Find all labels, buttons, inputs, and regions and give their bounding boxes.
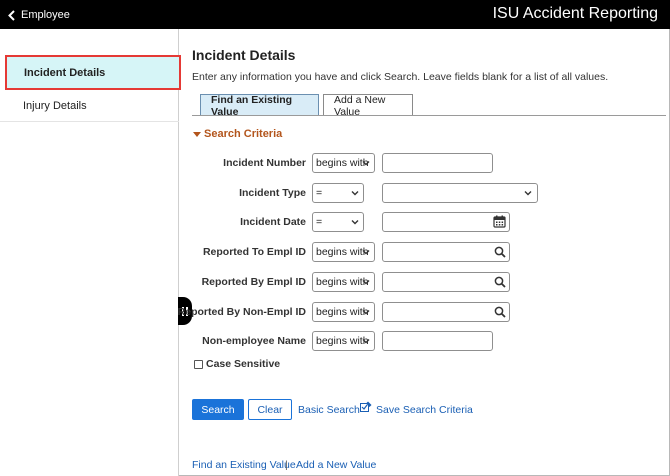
chevron-down-icon [362, 161, 370, 166]
sidebar-item-incident-details[interactable]: Incident Details [5, 55, 181, 90]
reported-by-non-empl-id-input[interactable] [382, 302, 510, 322]
case-sensitive-label: Case Sensitive [206, 358, 281, 370]
sidebar-item-label: Incident Details [24, 66, 106, 79]
chevron-down-icon [351, 220, 359, 225]
tab-divider [192, 115, 666, 116]
back-button[interactable]: Employee [8, 7, 70, 23]
search-icon[interactable] [494, 306, 506, 318]
instructions-text: Enter any information you have and click… [192, 71, 609, 83]
top-bar: Employee ISU Accident Reporting [0, 0, 670, 29]
non-employee-name-operator[interactable]: begins with [312, 331, 375, 351]
incident-type-select[interactable] [382, 183, 538, 203]
tab-find-existing-value[interactable]: Find an Existing Value [200, 94, 319, 118]
footer-add-new-link[interactable]: Add a New Value [296, 459, 376, 471]
incident-type-label: Incident Type [239, 187, 306, 199]
section-title: Search Criteria [204, 128, 283, 140]
reported-by-empl-id-label: Reported By Empl ID [201, 276, 306, 288]
sidebar-item-label: Injury Details [23, 100, 87, 112]
search-criteria-toggle[interactable]: Search Criteria [193, 128, 282, 140]
chevron-down-icon [524, 191, 532, 196]
reported-by-empl-id-operator[interactable]: begins with [312, 272, 375, 292]
back-button-label: Employee [21, 9, 70, 21]
incident-date-input[interactable] [382, 212, 510, 232]
sidebar: Incident Details Injury Details [0, 29, 181, 476]
search-icon[interactable] [494, 276, 506, 288]
reported-to-empl-id-input[interactable] [382, 242, 510, 262]
chevron-down-icon [362, 310, 370, 315]
chevron-down-icon [351, 191, 359, 196]
incident-date-operator[interactable]: = [312, 212, 364, 232]
incident-number-label: Incident Number [223, 157, 306, 169]
reported-by-empl-id-input[interactable] [382, 272, 510, 292]
chevron-down-icon [362, 280, 370, 285]
reported-to-empl-id-label: Reported To Empl ID [202, 246, 306, 258]
triangle-down-icon [193, 131, 201, 137]
tab-add-new-value[interactable]: Add a New Value [323, 94, 413, 118]
search-icon[interactable] [494, 246, 506, 258]
incident-number-operator[interactable]: begins with [312, 153, 375, 173]
non-employee-name-input[interactable] [382, 331, 493, 351]
save-search-criteria-link[interactable]: Save Search Criteria [376, 404, 473, 416]
save-criteria-icon[interactable] [360, 401, 372, 413]
reported-by-non-empl-id-label: Reported By Non-Empl ID [177, 306, 306, 318]
chevron-left-icon [8, 9, 15, 21]
case-sensitive-checkbox[interactable] [194, 359, 203, 369]
calendar-icon[interactable] [493, 215, 506, 228]
incident-date-label: Incident Date [240, 216, 306, 228]
search-button[interactable]: Search [192, 399, 244, 420]
non-employee-name-label: Non-employee Name [202, 335, 306, 347]
page-title: Incident Details [192, 47, 296, 63]
footer-separator: | [285, 459, 288, 471]
basic-search-link[interactable]: Basic Search [298, 404, 360, 416]
clear-button[interactable]: Clear [248, 399, 292, 420]
reported-by-non-empl-id-operator[interactable]: begins with [312, 302, 375, 322]
incident-type-operator[interactable]: = [312, 183, 364, 203]
case-sensitive-option[interactable]: Case Sensitive [194, 358, 280, 370]
incident-number-input[interactable] [382, 153, 493, 173]
reported-to-empl-id-operator[interactable]: begins with [312, 242, 375, 262]
app-title: ISU Accident Reporting [492, 5, 658, 22]
footer-find-existing-link[interactable]: Find an Existing Value [192, 459, 296, 471]
chevron-down-icon [362, 250, 370, 255]
chevron-down-icon [362, 339, 370, 344]
sidebar-item-injury-details[interactable]: Injury Details [0, 91, 179, 122]
